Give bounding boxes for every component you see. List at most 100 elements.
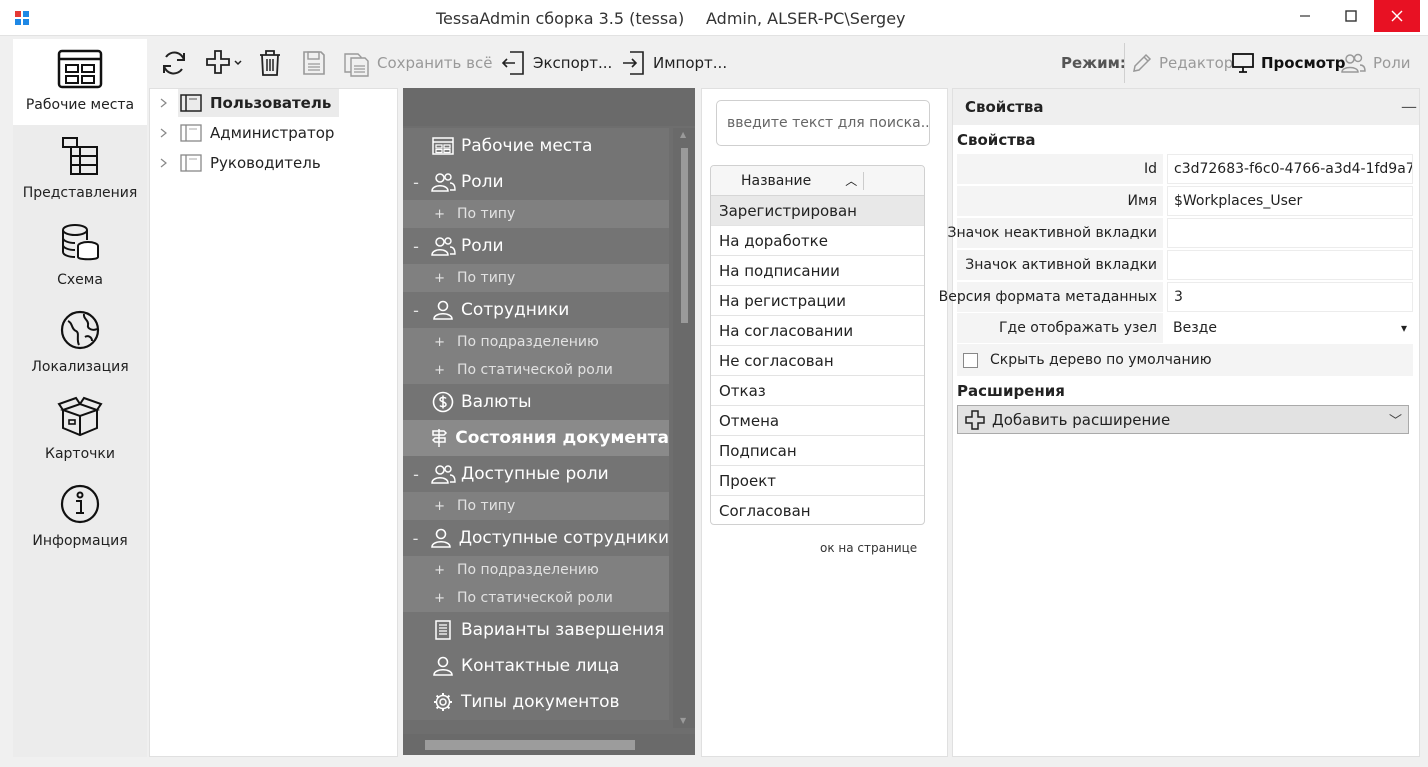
table-row[interactable]: На регистрации [711, 286, 924, 316]
horizontal-scroll-thumb[interactable] [425, 740, 635, 750]
horizontal-scrollbar[interactable] [403, 734, 695, 755]
workplace-item[interactable]: Варианты завершения [403, 612, 669, 648]
mode-editor-button[interactable]: Редактор [1131, 39, 1233, 87]
workplace-subitem[interactable]: + По типу [403, 200, 669, 228]
export-button[interactable]: Экспорт... [501, 39, 612, 87]
monitor-icon [1232, 53, 1254, 73]
nav-cards[interactable]: Карточки [13, 388, 147, 474]
workplace-subitem[interactable]: + По типу [403, 264, 669, 292]
workplace-item[interactable]: Контактные лица [403, 648, 669, 684]
workplace-item[interactable]: Валюты [403, 384, 669, 420]
vertical-scroll-thumb[interactable] [681, 148, 688, 323]
workplace-item[interactable]: - Доступные роли [403, 456, 669, 492]
tree-node[interactable]: Администратор [150, 119, 342, 147]
workplace-item[interactable]: - Сотрудники [403, 292, 669, 328]
maximize-button[interactable] [1328, 0, 1374, 32]
workplace-subitem-label: По подразделению [457, 562, 599, 578]
add-extension-button[interactable]: Добавить расширение ﹀ [957, 405, 1409, 434]
collapse-toggle[interactable]: - [403, 301, 429, 320]
vertical-scrollbar[interactable]: ▲ ▼ [673, 128, 695, 728]
table-row[interactable]: Зарегистрирован [711, 196, 924, 226]
nav-views[interactable]: Представления [13, 127, 147, 213]
nav-information[interactable]: Информация [13, 475, 147, 561]
property-dropdown[interactable]: Везде ▾ [1167, 313, 1413, 343]
expand-arrow-icon[interactable] [150, 158, 178, 168]
refresh-button[interactable] [159, 39, 195, 87]
workplace-subitem[interactable]: + По подразделению [403, 556, 669, 584]
workplace-item[interactable]: - Роли [403, 164, 669, 200]
collapse-toggle[interactable]: - [403, 173, 429, 192]
table-row[interactable]: Отмена [711, 406, 924, 436]
workplace-item-label: Рабочие места [461, 136, 593, 156]
nav-localization-label: Локализация [31, 359, 129, 375]
table-row[interactable]: Согласован [711, 496, 924, 524]
property-value[interactable]: 3 [1167, 282, 1413, 312]
scroll-down-icon[interactable]: ▼ [680, 716, 686, 725]
tree-node-label: Руководитель [210, 154, 321, 172]
collapse-toggle[interactable]: - [403, 465, 429, 484]
collapse-toggle[interactable]: - [403, 237, 429, 256]
table-row[interactable]: Проект [711, 466, 924, 496]
add-icon [965, 409, 985, 430]
workplace-item[interactable]: Состояния документа [403, 420, 669, 456]
property-value-text: $Workplaces_User [1174, 193, 1303, 209]
import-button[interactable]: Импорт... [621, 39, 727, 87]
workplace-item[interactable]: Рабочие места [403, 128, 669, 164]
table-row[interactable]: На доработке [711, 226, 924, 256]
tree-node-content[interactable]: Пользователь [178, 89, 340, 117]
save-button[interactable] [301, 39, 333, 87]
table-row[interactable]: Не согласован [711, 346, 924, 376]
scroll-up-icon[interactable]: ▲ [680, 130, 686, 139]
table-row[interactable]: Отказ [711, 376, 924, 406]
expand-arrow-icon[interactable] [150, 128, 178, 138]
minimize-button[interactable] [1282, 0, 1328, 32]
nav-workplaces[interactable]: Рабочие места [13, 39, 147, 125]
collapse-icon[interactable]: — [1401, 97, 1417, 116]
property-label: Значок активной вкладки [957, 250, 1163, 280]
column-header-name[interactable]: Название ︿ [711, 166, 924, 196]
mode-view-button[interactable]: Просмотр [1231, 39, 1346, 87]
table-row[interactable]: На подписании [711, 256, 924, 286]
person-icon [428, 528, 455, 548]
mode-roles-button[interactable]: Роли [1339, 39, 1411, 87]
nav-localization[interactable]: Локализация [13, 301, 147, 387]
table-row[interactable]: Подписан [711, 436, 924, 466]
hide-tree-row[interactable]: Скрыть дерево по умолчанию [957, 344, 1413, 376]
workplace-subitem-label: По типу [457, 270, 516, 286]
save-all-button[interactable]: Сохранить всё [343, 39, 492, 87]
delete-button[interactable] [257, 39, 289, 87]
property-row: Значок неактивной вкладки [948, 218, 1413, 248]
workplace-subitem[interactable]: + По типу [403, 492, 669, 520]
collapse-toggle[interactable]: - [403, 529, 428, 548]
workplace-item[interactable]: Типы документов [403, 684, 669, 720]
property-value[interactable] [1167, 218, 1413, 248]
workplace-subitem[interactable]: + По подразделению [403, 328, 669, 356]
dropdown-arrow-icon[interactable]: ▾ [1401, 321, 1407, 335]
globe-icon [60, 310, 100, 350]
workplace-item-label: Варианты завершения [461, 620, 665, 640]
property-value[interactable] [1167, 250, 1413, 280]
search-input[interactable]: введите текст для поиска... [716, 100, 930, 146]
add-button[interactable] [205, 39, 249, 87]
signpost-icon [426, 427, 451, 449]
property-value[interactable]: c3d72683-f6c0-4766-a3d4-1fd9a7fe [1167, 154, 1413, 184]
plus-icon: + [434, 334, 445, 350]
hide-tree-checkbox[interactable] [963, 352, 978, 368]
workplace-item[interactable]: - Роли [403, 228, 669, 264]
property-value[interactable]: $Workplaces_User [1167, 186, 1413, 216]
workplace-item[interactable]: - Доступные сотрудники [403, 520, 669, 556]
tree-node[interactable]: Руководитель [150, 149, 329, 177]
workplace-item-label: Доступные роли [461, 464, 609, 484]
property-row: Версия формата метаданных 3 [939, 282, 1413, 312]
person-icon [429, 656, 457, 676]
tree-node[interactable]: Пользователь [150, 89, 340, 117]
tree-node-content[interactable]: Администратор [178, 119, 342, 147]
close-button[interactable] [1374, 0, 1420, 32]
workplace-subitem[interactable]: + По статической роли [403, 356, 669, 384]
table-row[interactable]: На согласовании [711, 316, 924, 346]
tree-node-content[interactable]: Руководитель [178, 149, 329, 177]
nav-schema[interactable]: Схема [13, 214, 147, 300]
expand-arrow-icon[interactable] [150, 98, 178, 108]
window-title: TessaAdmin сборка 3.5 (tessa) [436, 9, 685, 28]
workplace-subitem[interactable]: + По статической роли [403, 584, 669, 612]
